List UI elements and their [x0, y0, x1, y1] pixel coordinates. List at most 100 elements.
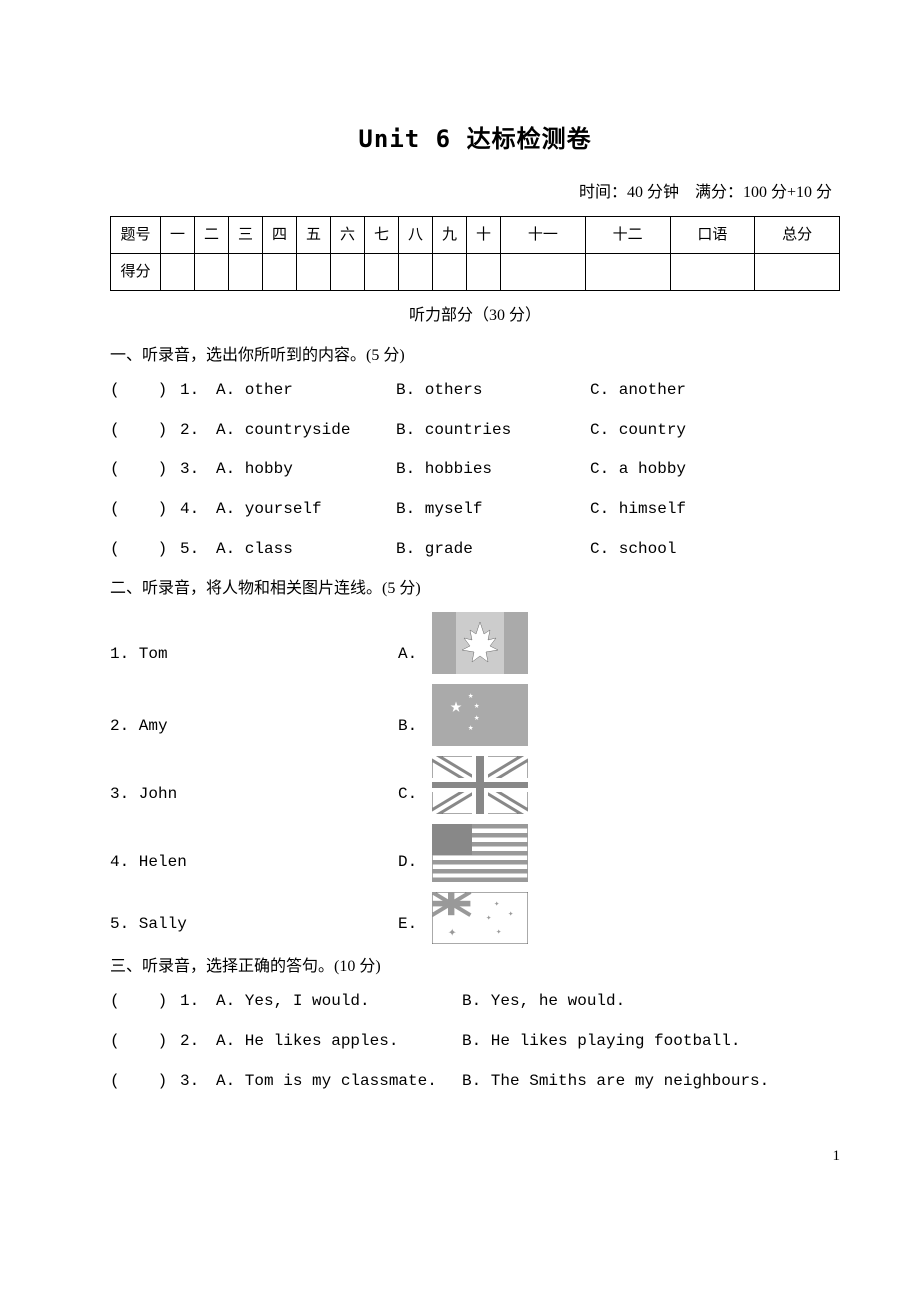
match-letter: A.: [398, 642, 432, 674]
answer-blank[interactable]: ( ): [110, 418, 180, 444]
item-num: 4.: [180, 497, 216, 523]
option-a: A. countryside: [216, 418, 396, 444]
option-c: C. school: [590, 537, 840, 563]
svg-text:✦: ✦: [486, 913, 492, 923]
option-b: B. He likes playing football.: [462, 1029, 840, 1055]
score-cell[interactable]: [399, 253, 433, 290]
match-name: 4. Helen: [110, 850, 398, 882]
option-b: B. hobbies: [396, 457, 590, 483]
option-c: C. another: [590, 378, 840, 404]
svg-text:✦: ✦: [448, 925, 457, 941]
score-cell[interactable]: [585, 253, 670, 290]
option-b: B. Yes, he would.: [462, 989, 840, 1015]
option-a: A. yourself: [216, 497, 396, 523]
item-num: 1.: [180, 378, 216, 404]
mcq-item: ( ) 2. A. countryside B. countries C. co…: [110, 418, 840, 444]
svg-text:★: ★: [474, 701, 480, 711]
score-cell[interactable]: [433, 253, 467, 290]
col-11: 十一: [501, 216, 586, 253]
score-cell[interactable]: [229, 253, 263, 290]
match-item: 3. John C.: [110, 756, 840, 814]
option-a: A. class: [216, 537, 396, 563]
svg-text:★: ★: [468, 723, 474, 733]
match-item: 4. Helen D.: [110, 824, 840, 882]
answer-blank[interactable]: ( ): [110, 1069, 180, 1095]
score-cell[interactable]: [755, 253, 840, 290]
time-info: 时间：40 分钟 满分：100 分+10 分: [110, 180, 840, 206]
col-13: 口语: [670, 216, 755, 253]
flag-usa-icon: [432, 824, 528, 882]
mcq-item: ( ) 3. A. Tom is my classmate. B. The Sm…: [110, 1069, 840, 1095]
listening-header: 听力部分（30 分）: [110, 303, 840, 329]
answer-blank[interactable]: ( ): [110, 989, 180, 1015]
match-name: 1. Tom: [110, 642, 398, 674]
mcq-item: ( ) 2. A. He likes apples. B. He likes p…: [110, 1029, 840, 1055]
answer-blank[interactable]: ( ): [110, 1029, 180, 1055]
flag-china-icon: ★ ★ ★ ★ ★: [432, 684, 528, 746]
option-a: A. Yes, I would.: [216, 989, 462, 1015]
item-num: 2.: [180, 1029, 216, 1055]
section3-items: ( ) 1. A. Yes, I would. B. Yes, he would…: [110, 989, 840, 1094]
score-table: 题号 一 二 三 四 五 六 七 八 九 十 十一 十二 口语 总分 得分: [110, 216, 840, 291]
answer-blank[interactable]: ( ): [110, 537, 180, 563]
score-cell[interactable]: [501, 253, 586, 290]
score-cell[interactable]: [467, 253, 501, 290]
answer-blank[interactable]: ( ): [110, 457, 180, 483]
option-a: A. hobby: [216, 457, 396, 483]
option-a: A. Tom is my classmate.: [216, 1069, 462, 1095]
section3-heading: 三、听录音，选择正确的答句。(10 分): [110, 954, 840, 980]
item-num: 1.: [180, 989, 216, 1015]
mcq-item: ( ) 1. A. Yes, I would. B. Yes, he would…: [110, 989, 840, 1015]
item-num: 5.: [180, 537, 216, 563]
match-letter: C.: [398, 782, 432, 814]
row1-label: 题号: [111, 216, 161, 253]
col-14: 总分: [755, 216, 840, 253]
col-4: 四: [263, 216, 297, 253]
mcq-item: ( ) 3. A. hobby B. hobbies C. a hobby: [110, 457, 840, 483]
score-cell[interactable]: [195, 253, 229, 290]
svg-text:★: ★: [474, 713, 480, 723]
score-cell[interactable]: [297, 253, 331, 290]
mcq-item: ( ) 4. A. yourself B. myself C. himself: [110, 497, 840, 523]
option-b: B. countries: [396, 418, 590, 444]
score-cell[interactable]: [365, 253, 399, 290]
answer-blank[interactable]: ( ): [110, 497, 180, 523]
item-num: 3.: [180, 457, 216, 483]
match-item: 5. Sally E. ✦ ✦ ✦ ✦ ✦: [110, 892, 840, 944]
match-name: 5. Sally: [110, 912, 398, 944]
option-b: B. others: [396, 378, 590, 404]
svg-text:★: ★: [468, 691, 474, 701]
svg-text:✦: ✦: [496, 927, 502, 937]
flag-australia-icon: ✦ ✦ ✦ ✦ ✦: [432, 892, 528, 944]
col-9: 九: [433, 216, 467, 253]
option-a: A. other: [216, 378, 396, 404]
match-name: 3. John: [110, 782, 398, 814]
mcq-item: ( ) 1. A. other B. others C. another: [110, 378, 840, 404]
item-num: 3.: [180, 1069, 216, 1095]
score-row-values: 得分: [111, 253, 840, 290]
flag-uk-icon: [432, 756, 528, 814]
score-cell[interactable]: [161, 253, 195, 290]
page-number: 1: [110, 1144, 840, 1168]
col-6: 六: [331, 216, 365, 253]
match-letter: E.: [398, 912, 432, 944]
row2-label: 得分: [111, 253, 161, 290]
score-cell[interactable]: [263, 253, 297, 290]
score-cell[interactable]: [670, 253, 755, 290]
col-1: 一: [161, 216, 195, 253]
mcq-item: ( ) 5. A. class B. grade C. school: [110, 537, 840, 563]
answer-blank[interactable]: ( ): [110, 378, 180, 404]
col-3: 三: [229, 216, 263, 253]
item-num: 2.: [180, 418, 216, 444]
section2-heading: 二、听录音，将人物和相关图片连线。(5 分): [110, 576, 840, 602]
col-12: 十二: [585, 216, 670, 253]
option-c: C. himself: [590, 497, 840, 523]
score-cell[interactable]: [331, 253, 365, 290]
match-letter: D.: [398, 850, 432, 882]
svg-text:✦: ✦: [494, 899, 500, 909]
score-row-header: 题号 一 二 三 四 五 六 七 八 九 十 十一 十二 口语 总分: [111, 216, 840, 253]
match-name: 2. Amy: [110, 714, 398, 746]
match-letter: B.: [398, 714, 432, 746]
section1-items: ( ) 1. A. other B. others C. another ( )…: [110, 378, 840, 562]
flag-canada-icon: [432, 612, 528, 674]
